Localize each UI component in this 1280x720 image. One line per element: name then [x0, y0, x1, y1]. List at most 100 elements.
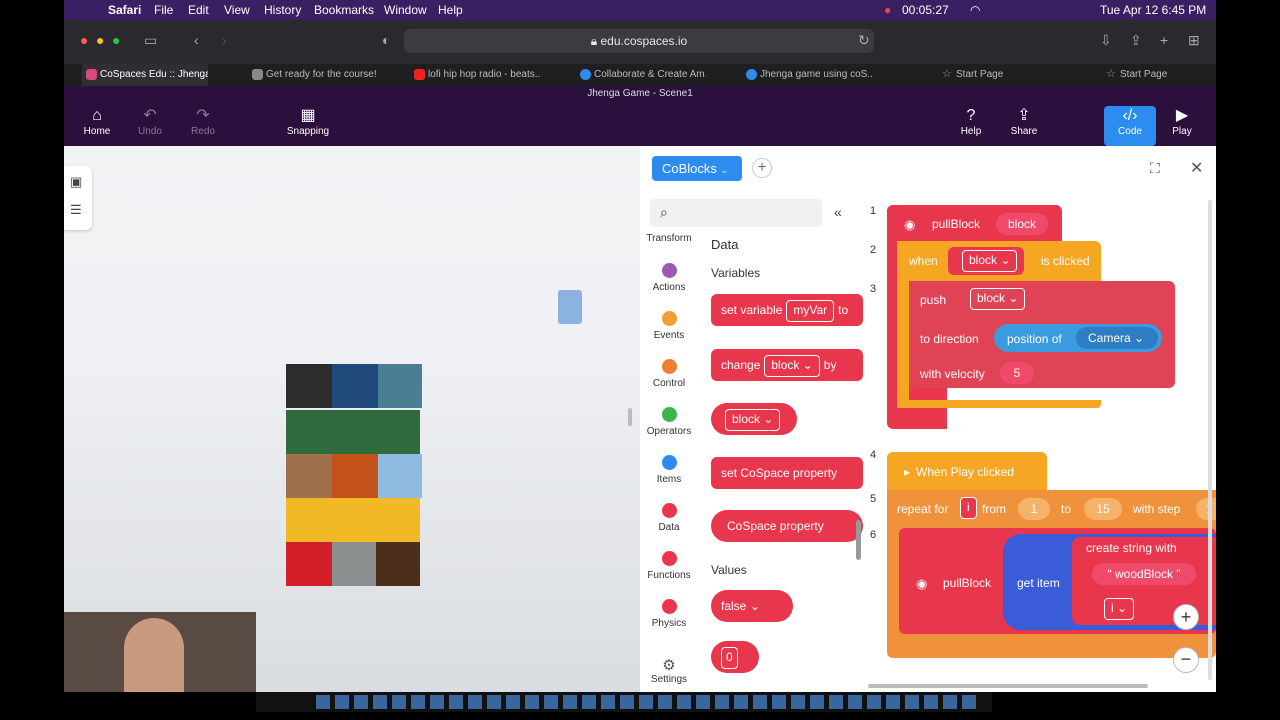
variable-dropdown[interactable]: block ⌄: [764, 355, 820, 377]
variable-dropdown[interactable]: block ⌄: [725, 409, 781, 431]
gallery-icon[interactable]: ▣: [70, 174, 82, 190]
scene-viewport[interactable]: [64, 146, 640, 692]
play-button[interactable]: ▶ Play: [1156, 106, 1208, 144]
wood-block[interactable]: [332, 364, 378, 408]
tab-cospaces[interactable]: CoSpaces Edu :: Jhenga...: [82, 64, 208, 86]
workspace-scrollbar[interactable]: [868, 684, 1148, 688]
wood-block[interactable]: [286, 454, 332, 498]
share-icon[interactable]: ⇪: [1130, 32, 1142, 49]
undo-button[interactable]: ↶ Undo: [124, 106, 176, 144]
back-icon[interactable]: ‹: [194, 32, 199, 48]
tab-collaborate[interactable]: Collaborate & Create Am...: [576, 64, 706, 86]
help-button[interactable]: ? Help: [945, 106, 997, 144]
category-actions[interactable]: Actions: [641, 263, 697, 293]
tab-lofi[interactable]: lofi hip hop radio - beats...: [410, 64, 540, 86]
snapping-button[interactable]: ▦ Snapping: [282, 106, 334, 144]
category-control[interactable]: Control: [641, 359, 697, 389]
code-button[interactable]: ‹/› Code: [1104, 106, 1156, 146]
category-physics[interactable]: Physics: [641, 599, 697, 629]
home-button[interactable]: ⌂ Home: [71, 106, 123, 144]
category-data[interactable]: Data: [641, 503, 697, 533]
palette-scrollbar[interactable]: [856, 520, 861, 560]
zoom-out-button[interactable]: −: [1173, 647, 1199, 673]
add-tab-button[interactable]: +: [752, 158, 772, 178]
loop-variable[interactable]: i: [960, 497, 977, 519]
forward-icon[interactable]: ›: [222, 32, 227, 48]
menu-view[interactable]: View: [224, 3, 250, 17]
item-dropdown[interactable]: block ⌄: [962, 250, 1018, 272]
close-window-icon[interactable]: ●: [80, 32, 88, 48]
variable-name[interactable]: myVar: [786, 300, 835, 322]
list-icon[interactable]: ☰: [70, 202, 82, 218]
menu-app[interactable]: Safari: [108, 3, 141, 17]
wood-block[interactable]: [286, 410, 420, 454]
tab-start-page[interactable]: ☆ Start Page: [1102, 64, 1202, 86]
redo-label: Redo: [191, 126, 215, 137]
menu-edit[interactable]: Edit: [188, 3, 209, 17]
variable-getter-block[interactable]: block ⌄: [711, 403, 797, 435]
tab-course[interactable]: Get ready for the course!: [248, 64, 378, 86]
to-input[interactable]: 15: [1084, 498, 1122, 520]
item-dropdown[interactable]: block ⌄: [970, 288, 1026, 310]
sidebar-icon[interactable]: ▭: [144, 32, 157, 49]
zoom-in-button[interactable]: +: [1173, 604, 1199, 630]
menu-bookmarks[interactable]: Bookmarks: [314, 3, 374, 17]
wifi-icon[interactable]: ◠: [970, 3, 980, 17]
shield-icon[interactable]: ◐: [382, 32, 390, 48]
tab-start-page[interactable]: ☆ Start Page: [938, 64, 1038, 86]
camera-dropdown[interactable]: Camera ⌄: [1076, 327, 1158, 349]
clock[interactable]: Tue Apr 12 6:45 PM: [1100, 3, 1206, 17]
cospace-property-block[interactable]: CoSpace property: [711, 510, 863, 542]
zoom-window-icon[interactable]: ●: [112, 32, 120, 48]
variable-dropdown[interactable]: i ⌄: [1104, 598, 1135, 620]
wood-block[interactable]: [378, 454, 422, 498]
menu-help[interactable]: Help: [438, 3, 463, 17]
settings-button[interactable]: ⚙ Settings: [641, 656, 697, 685]
step-input[interactable]: 1: [1196, 498, 1216, 520]
reload-icon[interactable]: ↻: [858, 32, 870, 49]
category-functions[interactable]: Functions: [641, 551, 697, 581]
category-transform[interactable]: Transform: [641, 233, 697, 244]
collapse-palette-icon[interactable]: «: [834, 204, 842, 220]
wood-block[interactable]: [378, 364, 422, 408]
from-input[interactable]: 1: [1018, 498, 1050, 520]
wood-block[interactable]: [332, 454, 378, 498]
string-literal[interactable]: “ woodBlock ”: [1092, 563, 1196, 585]
minimize-window-icon[interactable]: ●: [96, 32, 104, 48]
velocity-input[interactable]: 5: [1000, 362, 1034, 384]
redo-button[interactable]: ↷ Redo: [177, 106, 229, 144]
number-value[interactable]: 0: [721, 647, 738, 669]
panel-resize-handle[interactable]: [628, 408, 632, 426]
menu-history[interactable]: History: [264, 3, 301, 17]
dock-app-icons[interactable]: [316, 695, 976, 709]
menu-file[interactable]: File: [154, 3, 173, 17]
camera-object[interactable]: [558, 290, 582, 324]
tab-jhenga[interactable]: Jhenga game using coS...: [742, 64, 872, 86]
download-icon[interactable]: ⇩: [1100, 32, 1112, 49]
category-items[interactable]: Items: [641, 455, 697, 485]
menu-window[interactable]: Window: [384, 3, 427, 17]
number-block[interactable]: 0: [711, 641, 759, 673]
coblocks-tab[interactable]: CoBlocks ⌄: [652, 156, 742, 181]
wood-block[interactable]: [286, 542, 332, 586]
wood-block[interactable]: [332, 542, 376, 586]
boolean-block[interactable]: false ⌄: [711, 590, 793, 622]
wood-block[interactable]: [286, 364, 332, 408]
share-button[interactable]: ⇪ Share: [998, 106, 1050, 144]
set-cospace-property-block[interactable]: set CoSpace property: [711, 457, 863, 489]
category-events[interactable]: Events: [641, 311, 697, 341]
workspace-vertical-scrollbar[interactable]: [1208, 200, 1212, 680]
wood-block[interactable]: [376, 542, 420, 586]
fullscreen-icon[interactable]: ⛶: [1150, 160, 1160, 177]
record-icon[interactable]: ●: [884, 3, 891, 17]
change-variable-block[interactable]: change block ⌄ by: [711, 349, 863, 381]
function-param[interactable]: block: [996, 213, 1048, 235]
search-input[interactable]: ⌕: [650, 199, 822, 227]
tab-overview-icon[interactable]: ⊞: [1188, 32, 1200, 49]
category-operators[interactable]: Operators: [641, 407, 697, 437]
wood-block[interactable]: [286, 498, 420, 542]
set-variable-block[interactable]: set variable myVar to: [711, 294, 863, 326]
new-tab-icon[interactable]: +: [1160, 32, 1168, 48]
close-icon[interactable]: ✕: [1190, 158, 1203, 178]
address-bar[interactable]: 🔒︎ edu.cospaces.io: [404, 29, 874, 53]
